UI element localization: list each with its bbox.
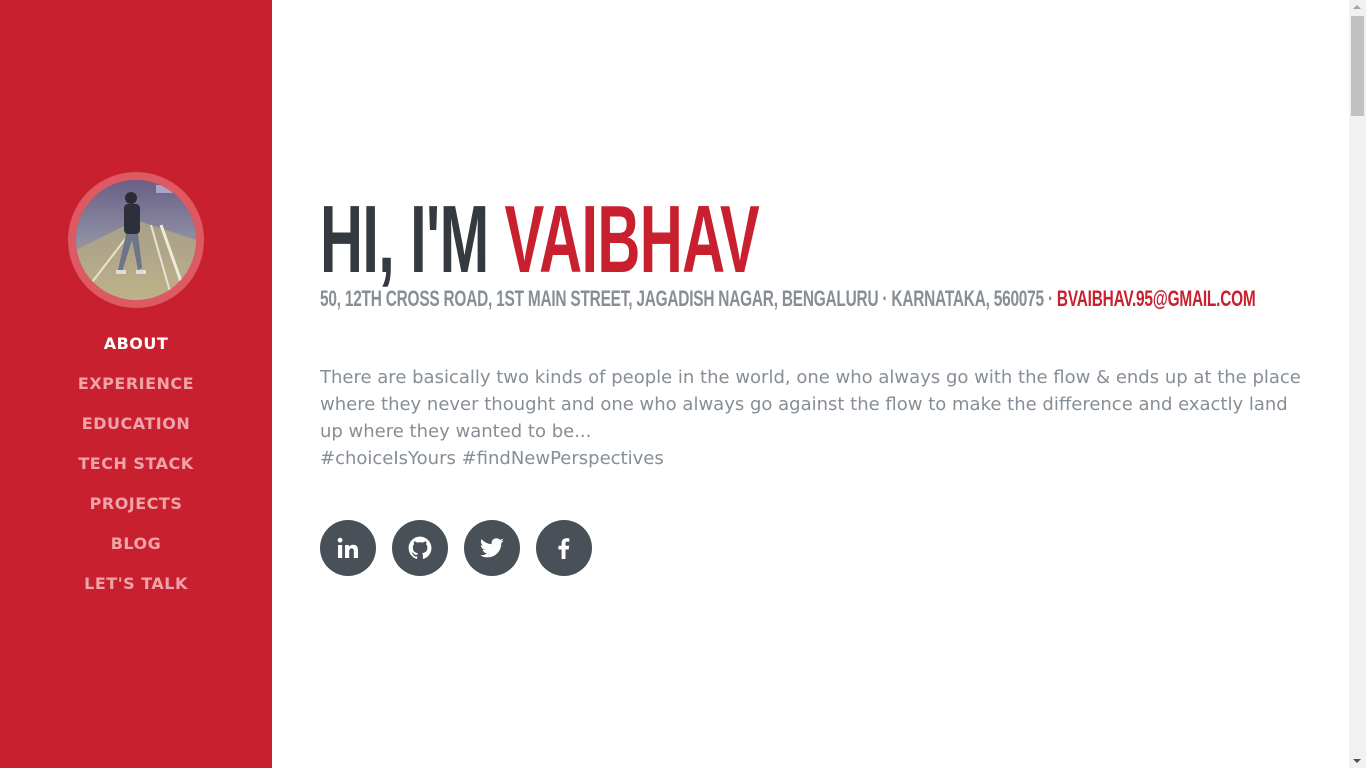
nav-item-blog[interactable]: BLOG	[111, 530, 162, 558]
intro-paragraph: There are basically two kinds of people …	[320, 367, 1301, 442]
profile-avatar	[68, 172, 204, 308]
title-greeting: HI, I'M	[320, 186, 489, 293]
hashtags-text: #choiceIsYours #findNewPerspectives	[320, 448, 664, 469]
contact-line: 50, 12TH CROSS ROAD, 1ST MAIN STREET, JA…	[320, 285, 1256, 313]
nav-item-experience[interactable]: EXPERIENCE	[78, 370, 194, 398]
social-icons	[320, 520, 592, 576]
scrollbar-thumb[interactable]	[1351, 16, 1364, 116]
github-icon	[408, 536, 432, 559]
facebook-button[interactable]	[536, 520, 592, 576]
address-text: 50, 12TH CROSS ROAD, 1ST MAIN STREET, JA…	[320, 286, 1053, 311]
nav-item-education[interactable]: EDUCATION	[82, 410, 190, 438]
twitter-button[interactable]	[464, 520, 520, 576]
nav-menu: ABOUT EXPERIENCE EDUCATION TECH STACK PR…	[0, 330, 272, 610]
intro-text: There are basically two kinds of people …	[320, 364, 1310, 472]
profile-photo	[76, 180, 196, 300]
linkedin-button[interactable]	[320, 520, 376, 576]
nav-item-lets-talk[interactable]: LET'S TALK	[84, 570, 188, 598]
title-name: VAIBHAV	[504, 186, 760, 293]
nav-item-about[interactable]: ABOUT	[104, 330, 169, 358]
email-link[interactable]: BVAIBHAV.95@GMAIL.COM	[1057, 286, 1256, 311]
scroll-down-arrow-icon[interactable]	[1353, 759, 1361, 763]
vertical-scrollbar[interactable]	[1349, 0, 1366, 768]
nav-item-projects[interactable]: PROJECTS	[90, 490, 183, 518]
linkedin-icon	[337, 537, 358, 558]
twitter-icon	[479, 538, 504, 558]
facebook-icon	[558, 538, 570, 559]
sidebar: ABOUT EXPERIENCE EDUCATION TECH STACK PR…	[0, 0, 272, 768]
page-title: HI, I'M VAIBHAV	[320, 192, 760, 288]
github-button[interactable]	[392, 520, 448, 576]
scroll-up-arrow-icon[interactable]	[1353, 5, 1361, 9]
nav-item-tech-stack[interactable]: TECH STACK	[78, 450, 193, 478]
